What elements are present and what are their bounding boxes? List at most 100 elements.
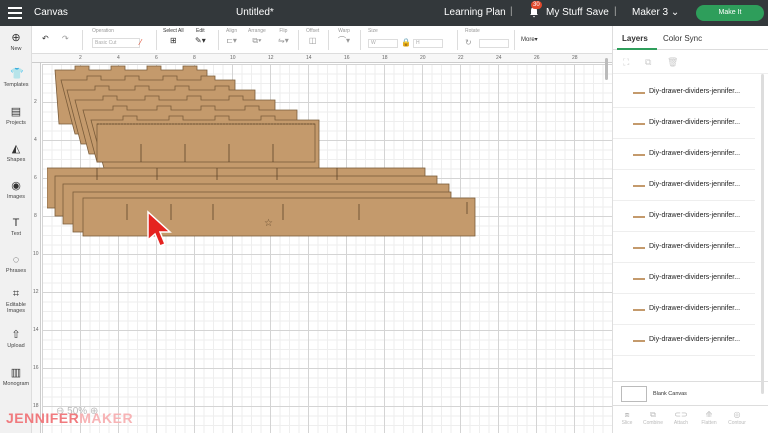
undo-button[interactable]: ↶ bbox=[42, 32, 49, 44]
ruler-tick: 10 bbox=[230, 55, 236, 61]
delete-icon[interactable]: 🗑 bbox=[667, 57, 678, 68]
watermark-part1: JENNIFER bbox=[6, 410, 80, 426]
attach-icon: ⊂⊃ bbox=[674, 410, 688, 419]
layer-swatch bbox=[633, 278, 645, 280]
ruler-tick: 2 bbox=[34, 99, 37, 105]
ruler-left: 2 4 6 8 10 12 14 16 18 bbox=[32, 63, 41, 433]
layer-name: Diy-drawer-dividers-jennifer... bbox=[649, 243, 741, 250]
size-label: Size bbox=[368, 28, 378, 34]
layer-name: Diy-drawer-dividers-jennifer... bbox=[649, 212, 741, 219]
warp-button[interactable]: Warp ⌒▾ bbox=[338, 28, 350, 46]
divider-piece bbox=[96, 123, 316, 163]
ruler-tick: 14 bbox=[306, 55, 312, 61]
slice-icon: ⧈ bbox=[624, 410, 630, 419]
sidebar-item-new[interactable]: ⊕ New bbox=[0, 32, 32, 52]
sidebar-item-label: Text bbox=[10, 231, 22, 237]
layer-item[interactable]: Diy-drawer-dividers-jennifer... bbox=[613, 109, 755, 139]
lock-icon[interactable]: 🔒 bbox=[401, 38, 411, 48]
offset-button[interactable]: Offset ◫ bbox=[306, 28, 319, 46]
ruler-tick: 4 bbox=[34, 137, 37, 143]
size-width-input[interactable]: W bbox=[368, 39, 398, 48]
folder-icon: ▤ bbox=[10, 106, 22, 118]
sidebar-item-templates[interactable]: 👕 Templates bbox=[0, 68, 32, 88]
my-stuff-link[interactable]: My Stuff bbox=[546, 7, 583, 18]
select-all-button[interactable]: Select All ⊞ bbox=[163, 28, 184, 46]
layer-name: Diy-drawer-dividers-jennifer... bbox=[649, 119, 741, 126]
panel-tabs: Layers Color Sync bbox=[613, 26, 768, 50]
ruler-tick: 16 bbox=[33, 365, 39, 371]
ruler-tick: 4 bbox=[117, 55, 120, 61]
layer-swatch bbox=[633, 247, 645, 249]
layer-item[interactable]: Diy-drawer-dividers-jennifer... bbox=[613, 171, 755, 201]
duplicate-icon[interactable]: ⧉ bbox=[645, 57, 651, 68]
blank-canvas-swatch bbox=[621, 386, 647, 402]
sidebar-item-shapes[interactable]: ◭ Shapes bbox=[0, 143, 32, 163]
size-height-input[interactable]: H bbox=[413, 39, 443, 48]
arrange-button[interactable]: Arrange ⧉▾ bbox=[248, 28, 266, 46]
document-title[interactable]: Untitled* bbox=[236, 7, 274, 18]
vertical-scrollbar[interactable] bbox=[605, 58, 608, 80]
combine-button[interactable]: ⧉ Combine bbox=[641, 410, 665, 426]
more-button[interactable]: More▾ bbox=[521, 36, 538, 43]
mouse-cursor-icon bbox=[147, 210, 172, 247]
layer-item[interactable]: Diy-drawer-dividers-jennifer... bbox=[613, 202, 755, 232]
align-button[interactable]: Align ⊏▾ bbox=[226, 28, 237, 46]
layer-item[interactable]: Diy-drawer-dividers-jennifer... bbox=[613, 140, 755, 170]
edit-icon: ✎▾ bbox=[195, 36, 206, 45]
divider-stack-lower[interactable] bbox=[47, 166, 487, 241]
redo-button[interactable]: ↷ bbox=[62, 32, 69, 44]
sidebar-item-text[interactable]: T Text bbox=[0, 217, 32, 237]
slice-button[interactable]: ⧈ Slice bbox=[615, 410, 639, 426]
sidebar-item-images[interactable]: ◉ Images bbox=[0, 180, 32, 200]
rotate-input[interactable] bbox=[479, 39, 509, 48]
save-button[interactable]: Save bbox=[586, 7, 609, 18]
design-canvas[interactable]: 2 4 6 8 10 12 14 16 18 20 22 24 26 28 2 … bbox=[32, 54, 612, 433]
flatten-icon: ⟰ bbox=[705, 410, 713, 419]
layers-scrollbar[interactable] bbox=[761, 74, 764, 394]
ruler-tick: 24 bbox=[496, 55, 502, 61]
edit-button[interactable]: Edit ✎▾ bbox=[195, 28, 206, 46]
sidebar-item-monogram[interactable]: ▥ Monogram bbox=[0, 367, 32, 387]
combine-label: Combine bbox=[642, 420, 663, 426]
contour-icon: ◎ bbox=[733, 410, 741, 419]
layer-item[interactable]: Diy-drawer-dividers-jennifer... bbox=[613, 295, 755, 325]
layer-item[interactable]: Diy-drawer-dividers-jennifer... bbox=[613, 264, 755, 294]
sidebar-item-phrases[interactable]: ◌ Phrases bbox=[0, 254, 32, 274]
slice-label: Slice bbox=[621, 420, 633, 426]
sidebar-item-projects[interactable]: ▤ Projects bbox=[0, 106, 32, 126]
warp-icon: ⌒▾ bbox=[338, 36, 351, 45]
app-title: Canvas bbox=[34, 7, 68, 18]
upload-icon: ⇧ bbox=[11, 329, 21, 341]
watermark-part2: MAKER bbox=[79, 410, 134, 426]
layer-item[interactable]: Diy-drawer-dividers-jennifer... bbox=[613, 233, 755, 263]
blank-canvas-layer[interactable]: Blank Canvas bbox=[613, 381, 768, 405]
divider-stack-upper[interactable] bbox=[47, 64, 347, 174]
ruler-tick: 2 bbox=[79, 55, 82, 61]
arrange-icon: ⧉▾ bbox=[252, 36, 262, 45]
tab-layers[interactable]: Layers bbox=[622, 34, 648, 43]
menu-icon[interactable] bbox=[8, 7, 22, 19]
sidebar-item-upload[interactable]: ⇧ Upload bbox=[0, 329, 32, 349]
ruler-top: 2 4 6 8 10 12 14 16 18 20 22 24 26 28 bbox=[32, 54, 612, 63]
operation-select[interactable]: Basic Cut bbox=[92, 38, 140, 48]
layer-item[interactable]: Diy-drawer-dividers-jennifer... bbox=[613, 326, 755, 356]
star-icon: ☆ bbox=[264, 218, 273, 229]
rotate-icon[interactable]: ↻ bbox=[465, 36, 472, 48]
machine-select[interactable]: Maker 3 ⌄ bbox=[632, 7, 679, 18]
ruler-tick: 22 bbox=[458, 55, 464, 61]
sidebar-item-editable-images[interactable]: ⌗ Editable Images bbox=[0, 288, 32, 314]
group-icon[interactable]: ⛶ bbox=[623, 57, 629, 68]
attach-button[interactable]: ⊂⊃ Attach bbox=[669, 410, 693, 426]
monogram-icon: ▥ bbox=[10, 367, 22, 379]
align-icon: ⊏▾ bbox=[226, 36, 237, 45]
flip-button[interactable]: Flip ⇋▾ bbox=[278, 28, 289, 46]
contour-button[interactable]: ◎ Contour bbox=[725, 410, 749, 426]
flip-label: Flip bbox=[279, 28, 288, 34]
lightbulb-icon: ◉ bbox=[11, 180, 21, 192]
tab-color-sync[interactable]: Color Sync bbox=[663, 34, 702, 43]
pen-icon[interactable]: ⁄ bbox=[140, 36, 141, 48]
layer-item[interactable]: Diy-drawer-dividers-jennifer... bbox=[613, 78, 755, 108]
learning-plan-link[interactable]: Learning Plan bbox=[444, 7, 506, 18]
flatten-button[interactable]: ⟰ Flatten bbox=[697, 410, 721, 426]
make-it-button[interactable]: Make It bbox=[696, 5, 764, 21]
